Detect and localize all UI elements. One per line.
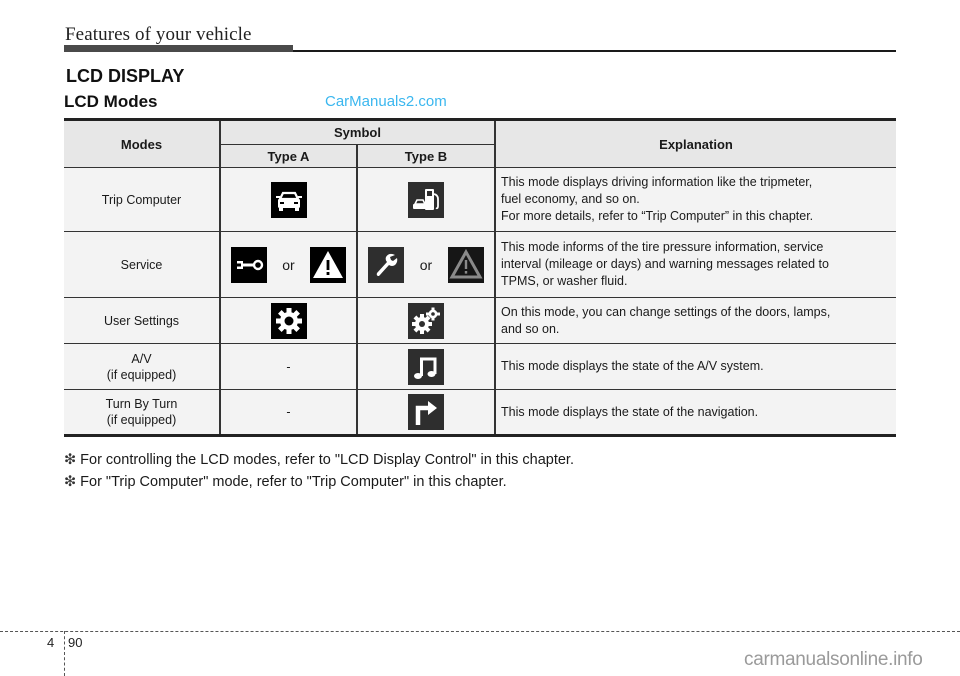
mode-label: A/V (131, 351, 152, 366)
gears-icon (408, 302, 444, 339)
music-note-icon (408, 348, 444, 385)
symbol-type-a (220, 297, 358, 344)
header-explanation: Explanation (495, 119, 896, 168)
explanation: On this mode, you can change settings of… (495, 297, 896, 344)
section-subtitle: LCD Modes (64, 92, 158, 111)
table-row: A/V (if equipped) - This mode displays t… (64, 343, 896, 390)
explanation-line: and so on. (501, 321, 560, 336)
lcd-modes-table: Modes Symbol Explanation Type A Type B T… (64, 118, 896, 437)
explanation-line: On this mode, you can change settings of… (501, 304, 831, 319)
footer-watermark-link[interactable]: carmanualsonline.info (744, 649, 923, 671)
note-text: For "Trip Computer" mode, refer to "Trip… (80, 474, 507, 490)
explanation: This mode informs of the tire pressure i… (495, 231, 896, 298)
mode-name: Service (64, 231, 221, 298)
table-row: Turn By Turn (if equipped) - This mode d… (64, 389, 896, 436)
note-marker-icon: ❇ (64, 474, 77, 490)
note-item: ❇ For controlling the LCD modes, refer to… (64, 449, 574, 471)
wrench-icon (230, 246, 267, 283)
note-marker-icon: ❇ (64, 452, 77, 468)
header-type-b: Type B (357, 144, 496, 168)
note-item: ❇ For "Trip Computer" mode, refer to "Tri… (64, 471, 574, 493)
symbol-type-b (357, 297, 496, 344)
symbol-type-b (357, 389, 496, 436)
fuel-pump-car-icon (408, 181, 444, 218)
or-separator: or (419, 256, 433, 273)
chapter-number: 4 (47, 635, 55, 650)
mode-qualifier: (if equipped) (106, 367, 177, 382)
symbol-type-a: - (220, 389, 358, 436)
watermark-link[interactable]: CarManuals2.com (325, 93, 447, 110)
notes: ❇ For controlling the LCD modes, refer to… (64, 449, 574, 493)
symbol-type-b (357, 343, 496, 390)
header-rule (293, 50, 896, 52)
warning-triangle-icon (447, 246, 484, 283)
mode-name: User Settings (64, 297, 221, 344)
page-title: LCD DISPLAY (66, 66, 185, 86)
explanation: This mode displays the state of the A/V … (495, 343, 896, 390)
header-modes: Modes (64, 119, 221, 168)
warning-triangle-icon (310, 246, 347, 283)
symbol-type-a: - (220, 343, 358, 390)
explanation-line: interval (mileage or days) and warning m… (501, 257, 829, 271)
mode-name: Turn By Turn (if equipped) (64, 389, 221, 436)
explanation: This mode displays driving information l… (495, 167, 896, 232)
explanation-line: This mode displays the state of the A/V … (501, 359, 764, 373)
mode-label: Trip Computer (101, 192, 182, 207)
gear-icon (270, 302, 307, 339)
symbol-type-a: or (220, 231, 358, 298)
wrench-icon (368, 246, 405, 283)
explanation-line: This mode informs of the tire pressure i… (501, 240, 824, 254)
no-symbol: - (286, 359, 291, 374)
table-row: User Settings On this mode, you can chan… (64, 297, 896, 344)
table-row: Service or or This mode informs of the t… (64, 231, 896, 298)
mode-qualifier: (if equipped) (106, 413, 177, 427)
symbol-type-a (220, 167, 358, 232)
mode-label: Turn By Turn (105, 397, 178, 411)
page-number: 90 (68, 635, 83, 650)
mode-name: Trip Computer (64, 167, 221, 232)
car-icon (270, 181, 307, 218)
footer-divider (0, 631, 960, 632)
symbol-type-b (357, 167, 496, 232)
no-symbol: - (286, 405, 291, 419)
explanation-line: TPMS, or washer fluid. (501, 274, 628, 288)
turn-right-arrow-icon (408, 394, 444, 430)
explanation-line: This mode displays the state of the navi… (501, 404, 759, 419)
header-type-a: Type A (220, 144, 358, 168)
explanation-line: This mode displays driving information l… (501, 175, 813, 189)
explanation-line: fuel economy, and so on. (501, 192, 640, 206)
mode-label: Service (120, 257, 163, 272)
header-bar-accent (64, 45, 293, 52)
explanation: This mode displays the state of the navi… (495, 389, 896, 436)
explanation-line: For more details, refer to “Trip Compute… (501, 209, 814, 223)
section-header: Features of your vehicle (65, 24, 252, 45)
footer-page-divider (64, 631, 65, 676)
mode-name: A/V (if equipped) (64, 343, 221, 390)
symbol-type-b: or (357, 231, 496, 298)
mode-label: User Settings (103, 313, 180, 328)
table-row: Trip Computer This mode displays driving… (64, 167, 896, 232)
or-separator: or (282, 256, 295, 273)
note-text: For controlling the LCD modes, refer to … (80, 452, 574, 468)
header-symbol: Symbol (220, 119, 496, 145)
